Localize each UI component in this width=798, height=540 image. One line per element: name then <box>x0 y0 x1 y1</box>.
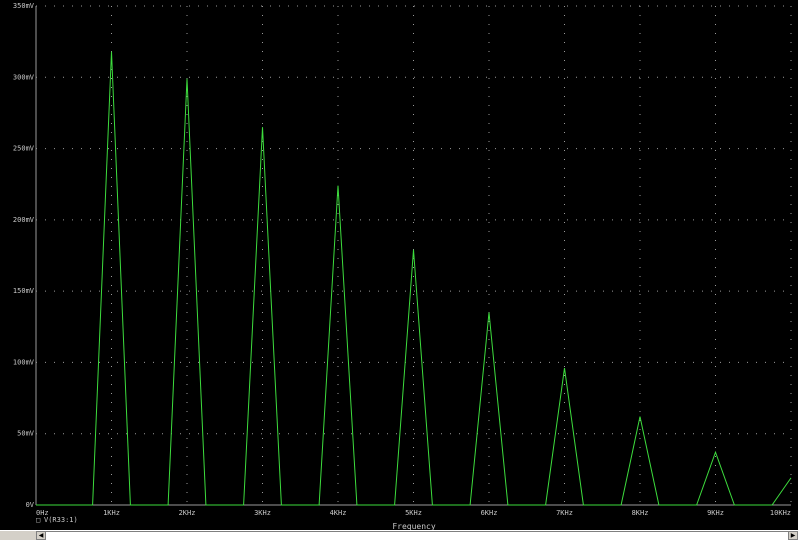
legend-marker: □ <box>36 516 40 524</box>
scroll-left-button[interactable]: ◀ <box>36 531 46 540</box>
x-tick-label: 5KHz <box>405 509 422 517</box>
x-tick-labels: 0Hz 1KHz 2KHz 3KHz 4KHz 5KHz 6KHz 7KHz 8KHz 9KHz 1… <box>36 509 791 517</box>
x-tick-label: 3KHz <box>254 509 271 517</box>
x-tick-label: 7KHz <box>556 509 573 517</box>
scroll-right-button[interactable]: ▶ <box>788 531 798 540</box>
right-arrow-icon: ▶ <box>790 532 796 539</box>
probe-window: 0V 50mV 100mV 150mV 200mV 250mV 300mV 350mV 0Hz… <box>0 0 798 540</box>
left-arrow-icon: ◀ <box>38 532 44 539</box>
x-tick-label: 10KHz <box>770 509 791 517</box>
y-tick-label: 200mV <box>13 216 35 224</box>
y-tick-label: 350mV <box>13 2 35 10</box>
y-tick-labels: 0V 50mV 100mV 150mV 200mV 250mV 300mV 350mV <box>13 2 35 509</box>
y-tick-label: 0V <box>26 501 35 509</box>
x-tick-label: 8KHz <box>632 509 649 517</box>
x-tick-label: 4KHz <box>330 509 347 517</box>
y-tick-label: 250mV <box>13 145 35 153</box>
chart-canvas: 0V50mV100mV150mV200mV250mV300mV350mV 0Hz… <box>13 2 792 531</box>
scroll-track[interactable] <box>46 531 788 540</box>
x-tick-label: 9KHz <box>707 509 724 517</box>
horizontal-scrollbar[interactable]: ◀ ▶ <box>0 530 798 540</box>
x-tick-label: 1KHz <box>103 509 120 517</box>
trace-group <box>36 51 792 506</box>
series-line <box>36 51 792 506</box>
y-tick-label: 50mV <box>17 430 35 438</box>
y-tick-label: 100mV <box>13 358 35 366</box>
y-tick-label: 300mV <box>13 73 35 81</box>
x-tick-label: 6KHz <box>481 509 498 517</box>
legend[interactable]: □ V(R33:1) <box>36 516 78 524</box>
y-tick-label: 150mV <box>13 287 35 295</box>
legend-label[interactable]: V(R33:1) <box>44 516 78 524</box>
x-tick-label: 2KHz <box>179 509 196 517</box>
